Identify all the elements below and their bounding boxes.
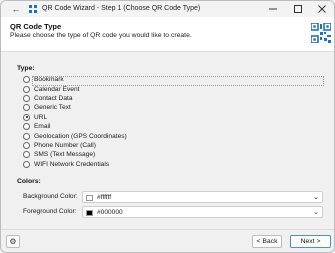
radio-label: Contact Data	[34, 94, 73, 102]
foreground-color-row: Foreground Color: #000000 ⌄	[23, 206, 323, 218]
chevron-down-icon[interactable]: ⌄	[313, 193, 319, 201]
radio-button[interactable]	[23, 123, 30, 131]
colors-section-label: Colors:	[17, 178, 41, 185]
radio-geolocation[interactable]: Geolocation (GPS Coordinates)	[23, 131, 323, 140]
color-swatch	[86, 194, 93, 201]
type-section-label: Type:	[17, 65, 35, 72]
back-button[interactable]: < Back	[252, 235, 282, 248]
radio-label: WIFI Network Credentials	[34, 160, 110, 168]
radio-button[interactable]	[23, 104, 30, 112]
radio-button[interactable]	[23, 94, 30, 102]
radio-label: Calendar Event	[34, 85, 80, 93]
radio-button[interactable]	[23, 85, 30, 93]
chevron-down-icon[interactable]: ⌄	[313, 208, 319, 216]
radio-label: SMS (Text Message)	[34, 151, 96, 159]
qr-type-radio-group: Bookmark Calendar Event Contact Data Gen…	[23, 75, 324, 169]
background-color-label: Background Color:	[23, 193, 78, 200]
gear-icon: ⚙	[9, 237, 17, 246]
radio-calendar-event[interactable]: Calendar Event	[23, 84, 323, 93]
radio-phone-number[interactable]: Phone Number (Call)	[23, 141, 323, 150]
radio-sms[interactable]: SMS (Text Message)	[23, 150, 323, 159]
radio-label: URL	[34, 113, 48, 121]
next-button[interactable]: Next >	[290, 235, 331, 248]
radio-label: Bookmark	[34, 76, 64, 84]
settings-button[interactable]: ⚙	[6, 235, 20, 248]
radio-bookmark[interactable]: Bookmark	[23, 75, 324, 87]
qr-code-icon	[311, 23, 331, 43]
title-bar: ← QR Code Wizard - Step 1 (Choose QR Cod…	[1, 1, 334, 17]
radio-email[interactable]: Email	[23, 122, 323, 131]
minimize-icon[interactable]	[265, 2, 281, 16]
wizard-header: QR Code Type Please choose the type of Q…	[1, 17, 334, 52]
footer-divider	[1, 229, 334, 230]
radio-button[interactable]	[23, 132, 30, 140]
radio-label: Email	[34, 123, 51, 131]
page-title: QR Code Type	[10, 22, 62, 31]
radio-url[interactable]: URL	[23, 113, 323, 122]
arrow-left-icon[interactable]: ←	[10, 3, 22, 15]
background-color-value: #ffffff	[97, 193, 112, 201]
radio-contact-data[interactable]: Contact Data	[23, 94, 323, 103]
radio-button[interactable]	[23, 141, 30, 149]
close-icon[interactable]	[314, 2, 330, 16]
radio-button-checked[interactable]	[23, 113, 30, 121]
foreground-color-select[interactable]: #000000 ⌄	[82, 206, 323, 218]
window-title: QR Code Wizard - Step 1 (Choose QR Code …	[42, 5, 201, 12]
foreground-color-label: Foreground Color:	[23, 208, 77, 215]
app-icon	[29, 5, 37, 13]
radio-label: Phone Number (Call)	[34, 141, 96, 149]
radio-button[interactable]	[23, 160, 30, 168]
radio-button[interactable]	[23, 151, 30, 159]
foreground-color-value: #000000	[97, 208, 123, 216]
radio-generic-text[interactable]: Generic Text	[23, 103, 323, 112]
radio-label: Generic Text	[34, 104, 71, 112]
page-description: Please choose the type of QR code you wo…	[10, 32, 192, 39]
maximize-icon[interactable]	[290, 2, 306, 16]
background-color-select[interactable]: #ffffff ⌄	[82, 191, 323, 203]
radio-label: Geolocation (GPS Coordinates)	[34, 132, 127, 140]
qr-wizard-window: ← QR Code Wizard - Step 1 (Choose QR Cod…	[0, 0, 335, 253]
radio-wifi[interactable]: WIFI Network Credentials	[23, 160, 323, 169]
color-swatch	[86, 209, 93, 216]
background-color-row: Background Color: #ffffff ⌄	[23, 191, 323, 203]
radio-button[interactable]	[23, 76, 30, 84]
